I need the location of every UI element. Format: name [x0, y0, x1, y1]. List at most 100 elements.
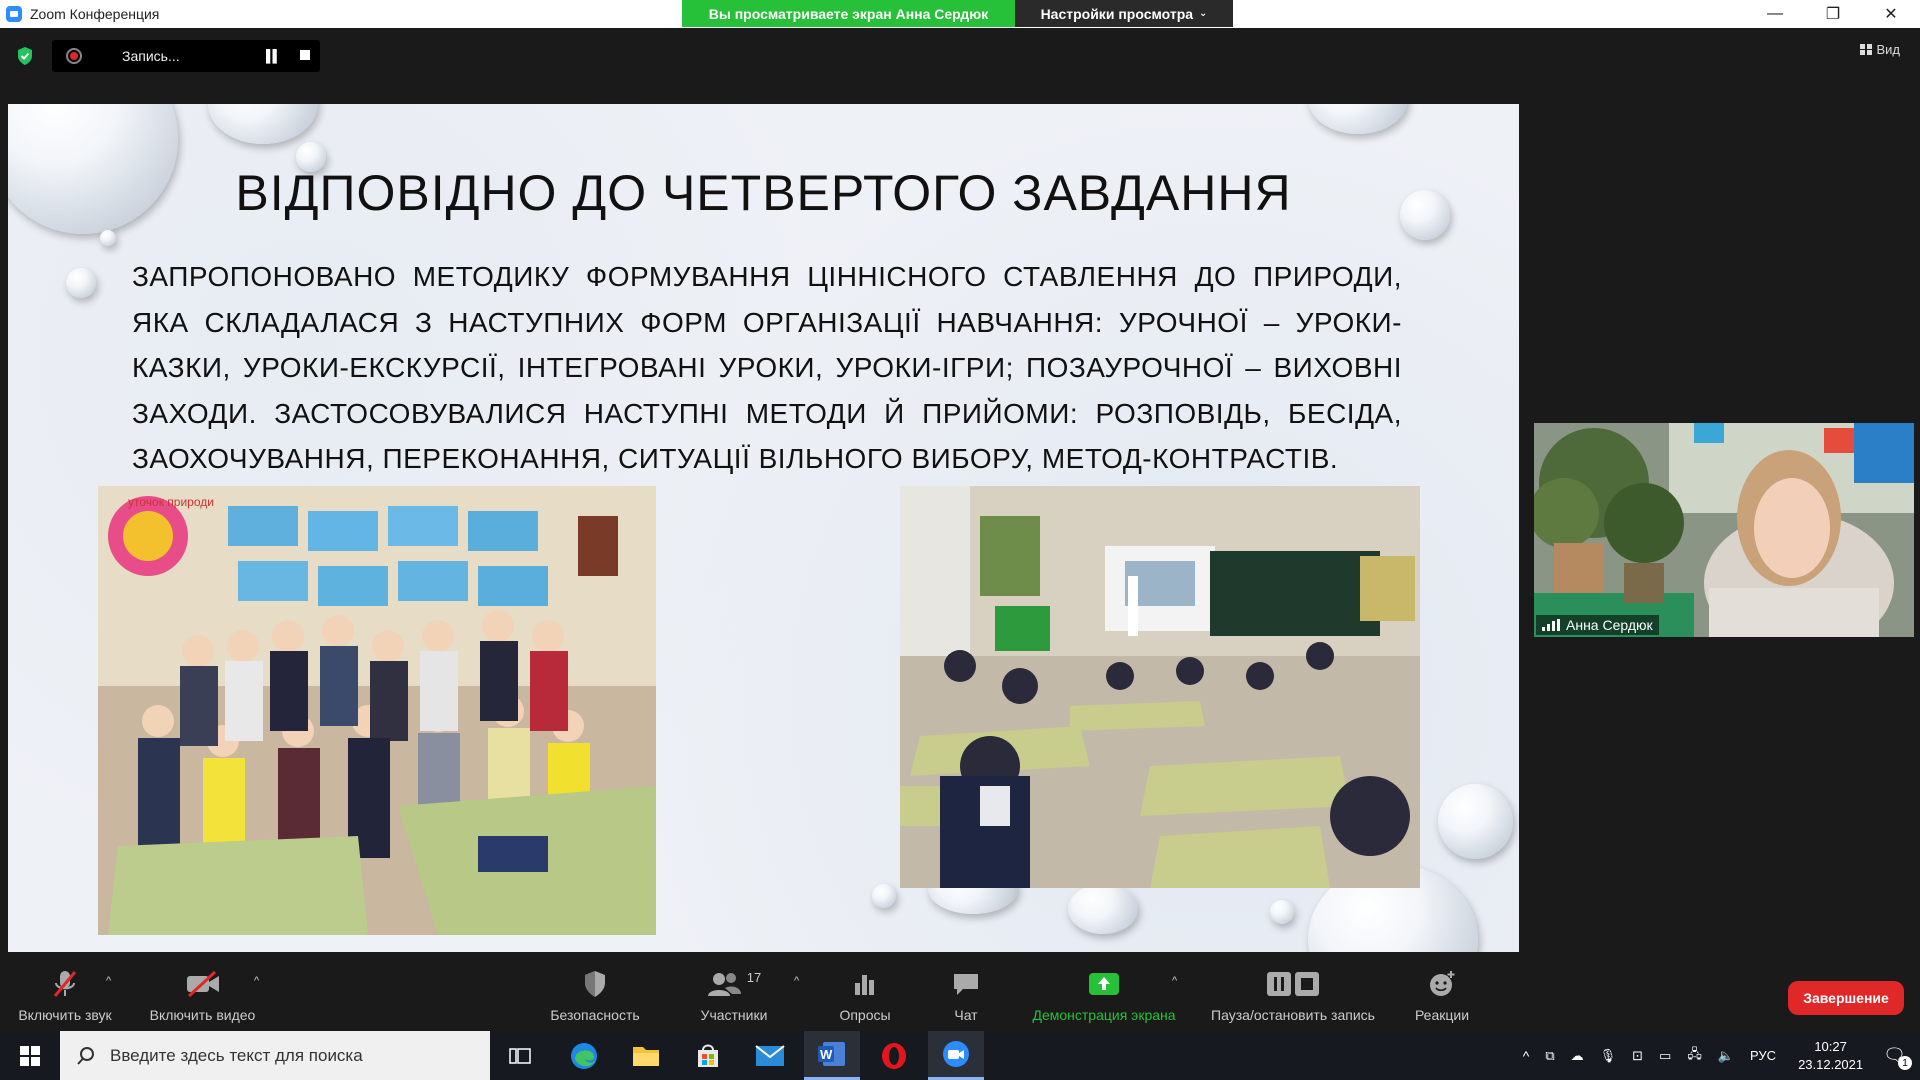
recording-indicator: Запись... ▌▌: [52, 40, 320, 72]
pause-recording-icon[interactable]: ▌▌: [266, 49, 281, 63]
show-hidden-icons-chevron-icon[interactable]: ^: [1523, 1048, 1530, 1064]
signal-strength-icon: [1542, 619, 1560, 631]
water-drop-decoration: [208, 104, 318, 144]
notifications-icon[interactable]: 🗨 1: [1883, 1045, 1912, 1070]
recording-label: Запись...: [122, 48, 180, 64]
participant-video-tile[interactable]: Анна Сердюк: [1534, 423, 1914, 637]
share-screen-button[interactable]: Демонстрация экрана: [1020, 955, 1188, 1031]
minimize-icon[interactable]: —: [1746, 0, 1804, 28]
viewing-screen-label: Вы просматриваете экран Анна Сердюк: [682, 0, 1015, 27]
wifi-icon[interactable]: ⊡: [1632, 1048, 1643, 1064]
windows-start-icon[interactable]: [0, 1031, 60, 1080]
polls-label: Опросы: [839, 1007, 891, 1023]
participant-name-tag: Анна Сердюк: [1536, 615, 1659, 635]
participants-button[interactable]: 17 Участники: [686, 955, 782, 1031]
chat-button[interactable]: Чат: [926, 955, 1006, 1031]
share-screen-label: Демонстрация экрана: [1032, 1007, 1176, 1023]
search-placeholder: Введите здесь текст для поиска: [110, 1045, 363, 1065]
reactions-button[interactable]: Реакции: [1400, 955, 1484, 1031]
svg-text:W: W: [820, 1047, 833, 1062]
stop-recording-icon[interactable]: [300, 50, 310, 60]
meet-now-icon[interactable]: ⧉: [1545, 1048, 1554, 1064]
screen-share-banner: Вы просматриваете экран Анна Сердюк Наст…: [682, 0, 1233, 27]
reactions-emoji-icon: [1427, 967, 1457, 1001]
meeting-controls-toolbar: Включить звук ^ Включить видео ^ Безопас…: [0, 955, 1920, 1031]
video-options-caret-icon[interactable]: ^: [254, 975, 259, 987]
participant-video-image: [1534, 423, 1914, 637]
water-drop-decoration: [1438, 784, 1513, 859]
system-tray: ^ ⧉ ☁ 🎙 ⊡ ▭ 🖧 🔈 РУС 10:27 23.12.2021 🗨 1: [1515, 1031, 1920, 1080]
polls-button[interactable]: Опросы: [820, 955, 910, 1031]
close-icon[interactable]: ✕: [1862, 0, 1920, 28]
search-icon: [77, 1046, 94, 1065]
pause-stop-recording-button[interactable]: Пауза/остановить запись: [1198, 955, 1388, 1031]
record-dot-icon: [66, 48, 82, 64]
taskbar-clock[interactable]: 10:27 23.12.2021: [1798, 1038, 1863, 1074]
slide-body-text: ЗАПРОПОНОВАНО МЕТОДИКУ ФОРМУВАННЯ ЦІННІС…: [132, 261, 1402, 474]
security-shield-icon[interactable]: [16, 46, 34, 66]
grid-view-icon: [1860, 44, 1873, 55]
view-button[interactable]: Вид: [1860, 42, 1900, 57]
security-label: Безопасность: [550, 1007, 640, 1023]
classroom-image: [900, 486, 1420, 888]
water-drop-decoration: [1270, 900, 1294, 924]
water-drop-decoration: [66, 268, 96, 298]
share-options-caret-icon[interactable]: ^: [1172, 975, 1177, 987]
security-button[interactable]: Безопасность: [540, 955, 650, 1031]
slide-title: ВІДПОВІДНО ДО ЧЕТВЕРТОГО ЗАВДАННЯ: [235, 165, 1292, 221]
opera-browser-icon[interactable]: [866, 1031, 922, 1080]
word-app-icon[interactable]: W: [804, 1031, 860, 1080]
start-video-button[interactable]: Включить видео: [140, 955, 265, 1031]
water-drop-decoration: [1308, 104, 1408, 134]
view-settings-button[interactable]: Настройки просмотра ⌄: [1015, 0, 1233, 27]
zoom-taskbar-icon[interactable]: [928, 1031, 984, 1080]
task-view-icon[interactable]: [492, 1031, 548, 1080]
participants-count: 17: [746, 969, 762, 985]
language-indicator[interactable]: РУС: [1750, 1048, 1776, 1063]
edge-browser-icon[interactable]: [556, 1031, 612, 1080]
windows-taskbar: Введите здесь текст для поиска W ^ ⧉ ☁ 🎙…: [0, 1031, 1920, 1080]
clock-date: 23.12.2021: [1798, 1056, 1864, 1072]
participants-label: Участники: [700, 1007, 768, 1023]
shared-screen-slide: ВІДПОВІДНО ДО ЧЕТВЕРТОГО ЗАВДАННЯ ЗАПРОП…: [8, 104, 1519, 952]
unmute-label: Включить звук: [18, 1007, 112, 1023]
participants-icon: 17: [707, 967, 761, 1001]
window-title: Zoom Конференция: [30, 6, 160, 22]
chat-label: Чат: [954, 1007, 978, 1023]
poster-caption: уточок природи: [128, 495, 214, 509]
reactions-label: Реакции: [1414, 1007, 1470, 1023]
end-meeting-button[interactable]: Завершение: [1788, 981, 1904, 1015]
classroom-photo: [900, 486, 1420, 888]
chat-bubble-icon: [951, 967, 981, 1001]
security-shield-outline-icon: [582, 967, 608, 1001]
onedrive-cloud-icon[interactable]: ☁: [1571, 1048, 1584, 1064]
zoom-app-icon: [6, 6, 22, 22]
window-controls: — ❐ ✕: [1746, 0, 1920, 28]
audio-options-caret-icon[interactable]: ^: [106, 975, 111, 987]
water-drop-decoration: [872, 884, 896, 908]
participants-options-caret-icon[interactable]: ^: [794, 975, 799, 987]
start-video-label: Включить видео: [149, 1007, 256, 1023]
polls-chart-icon: [852, 967, 878, 1001]
pause-stop-recording-label: Пауза/остановить запись: [1211, 1007, 1375, 1023]
mail-icon[interactable]: [742, 1031, 798, 1080]
volume-icon[interactable]: 🔈: [1718, 1048, 1734, 1064]
battery-icon[interactable]: ▭: [1659, 1048, 1671, 1064]
taskbar-search-box[interactable]: Введите здесь текст для поиска: [60, 1031, 490, 1080]
children-group-photo: уточок природи: [98, 486, 656, 935]
restore-icon[interactable]: ❐: [1804, 0, 1862, 28]
network-icon[interactable]: 🖧: [1687, 1045, 1702, 1067]
microsoft-store-icon[interactable]: [680, 1031, 736, 1080]
participant-name: Анна Сердюк: [1566, 617, 1653, 633]
microphone-tray-icon[interactable]: 🎙: [1600, 1048, 1617, 1064]
water-drop-decoration: [100, 230, 116, 246]
clock-time: 10:27: [1814, 1038, 1847, 1054]
video-off-icon: [185, 967, 221, 1001]
microphone-muted-icon: [50, 967, 80, 1001]
unmute-button[interactable]: Включить звук: [10, 955, 120, 1031]
children-group-image: уточок природи: [98, 486, 656, 935]
view-label: Вид: [1876, 42, 1900, 57]
file-explorer-icon[interactable]: [618, 1031, 674, 1080]
notification-count: 1: [1898, 1056, 1912, 1070]
view-settings-label: Настройки просмотра: [1040, 5, 1194, 22]
